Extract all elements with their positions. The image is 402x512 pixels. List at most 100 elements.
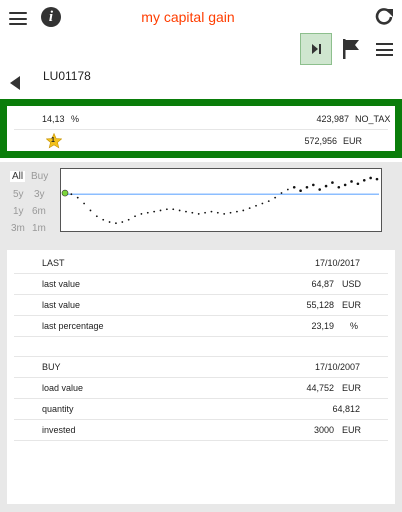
load-value: 44,752 <box>306 383 334 393</box>
chart-point <box>140 213 143 215</box>
last-value-usd-unit: USD <box>342 279 362 289</box>
period-6m[interactable]: 6m <box>32 206 46 217</box>
chart-point <box>312 183 315 187</box>
chart-point <box>362 178 366 182</box>
chart-point <box>242 209 245 212</box>
details-card: LAST 17/10/2017 last value 64,87 USD las… <box>7 250 395 504</box>
chart-point <box>178 209 181 212</box>
star-number: 1 <box>51 137 55 144</box>
tax-label: NO_TAX <box>355 114 391 124</box>
chart-point <box>286 188 289 191</box>
row-divider <box>14 419 388 420</box>
chart-point <box>95 215 98 218</box>
chart-point <box>356 182 360 186</box>
chart-point <box>236 210 238 213</box>
chart-point <box>305 185 309 189</box>
last-percentage-unit: % <box>350 321 359 331</box>
last-value-usd-label: last value <box>42 279 81 289</box>
chart-point <box>185 210 187 213</box>
back-arrow-icon[interactable] <box>10 76 20 90</box>
chart-point <box>159 209 162 212</box>
period-1y[interactable]: 1y <box>13 206 24 217</box>
chart-point <box>70 193 73 196</box>
chart-point <box>375 177 379 181</box>
chart-point <box>210 210 213 213</box>
last-value-eur: 55,128 <box>306 300 334 310</box>
chart-point <box>191 211 194 214</box>
skip-next-icon <box>312 44 321 54</box>
chart-start-marker <box>61 189 69 197</box>
last-percentage: 23,19 <box>311 321 334 331</box>
chart-point <box>83 202 86 205</box>
chart-point <box>292 185 296 189</box>
last-header-date: 17/10/2017 <box>314 258 360 268</box>
last-value-usd: 64,87 <box>311 279 334 289</box>
page-title: my capital gain <box>141 9 235 25</box>
chart-point <box>248 207 251 210</box>
price-chart[interactable] <box>60 168 382 232</box>
chart-point <box>197 213 200 215</box>
skip-next-button[interactable] <box>300 33 332 65</box>
chart-point <box>350 180 353 183</box>
chart-point <box>204 211 206 214</box>
chart-point <box>108 221 111 223</box>
period-all[interactable]: All <box>10 171 26 182</box>
chart-point <box>337 185 341 189</box>
chart-point <box>369 176 372 180</box>
chart-point <box>280 192 283 194</box>
chart-point <box>153 210 156 213</box>
chart-point <box>261 202 264 205</box>
value-currency: EUR <box>343 136 363 146</box>
chart-point <box>127 218 130 221</box>
chart-point <box>102 218 105 221</box>
last-value-eur-unit: EUR <box>342 300 362 310</box>
load-value-unit: EUR <box>342 383 362 393</box>
value-amount: 572,956 <box>304 136 337 146</box>
row-divider <box>14 440 388 441</box>
chart-point <box>255 204 257 207</box>
period-buy[interactable]: Buy <box>31 171 48 182</box>
chart-point <box>172 208 175 211</box>
chart-point <box>318 188 321 191</box>
summary-divider <box>14 129 388 130</box>
period-3y[interactable]: 3y <box>34 189 45 200</box>
price-chart-svg <box>61 176 379 225</box>
row-divider <box>14 356 388 357</box>
chart-point <box>121 221 124 223</box>
quantity-value: 64,812 <box>332 404 360 414</box>
chart-point <box>274 196 277 199</box>
chart-point <box>89 209 92 212</box>
percent-unit: % <box>71 114 80 124</box>
last-percentage-label: last percentage <box>42 321 104 331</box>
period-5y[interactable]: 5y <box>13 189 24 200</box>
row-divider <box>14 273 388 274</box>
invested-unit: EUR <box>342 425 362 435</box>
amount-value: 423,987 <box>316 114 349 124</box>
row-divider <box>14 336 388 337</box>
chart-point <box>223 213 226 215</box>
chart-point <box>165 208 168 211</box>
chart-point <box>146 211 149 214</box>
chart-point <box>115 222 117 225</box>
options-menu-icon[interactable] <box>376 43 393 56</box>
percent-value: 14,13 <box>42 114 65 124</box>
chart-point <box>267 200 270 203</box>
chart-point <box>134 215 136 218</box>
chart-point <box>343 183 347 187</box>
invested-label: invested <box>42 425 76 435</box>
flag-icon[interactable] <box>342 38 360 60</box>
period-3m[interactable]: 3m <box>11 223 25 234</box>
instrument-code: LU01178 <box>43 69 91 83</box>
last-value-eur-label: last value <box>42 300 81 310</box>
last-header-label: LAST <box>42 258 65 268</box>
summary-card[interactable]: 14,13 % 423,987 NO_TAX 1 572,956 EUR <box>7 106 395 151</box>
load-value-label: load value <box>42 383 84 393</box>
row-divider <box>14 294 388 295</box>
period-1m[interactable]: 1m <box>32 223 46 234</box>
row-divider <box>14 315 388 316</box>
chart-point <box>324 184 328 188</box>
chart-point <box>229 211 232 214</box>
refresh-icon[interactable] <box>374 7 394 27</box>
quantity-label: quantity <box>42 404 74 414</box>
row-divider <box>14 398 388 399</box>
